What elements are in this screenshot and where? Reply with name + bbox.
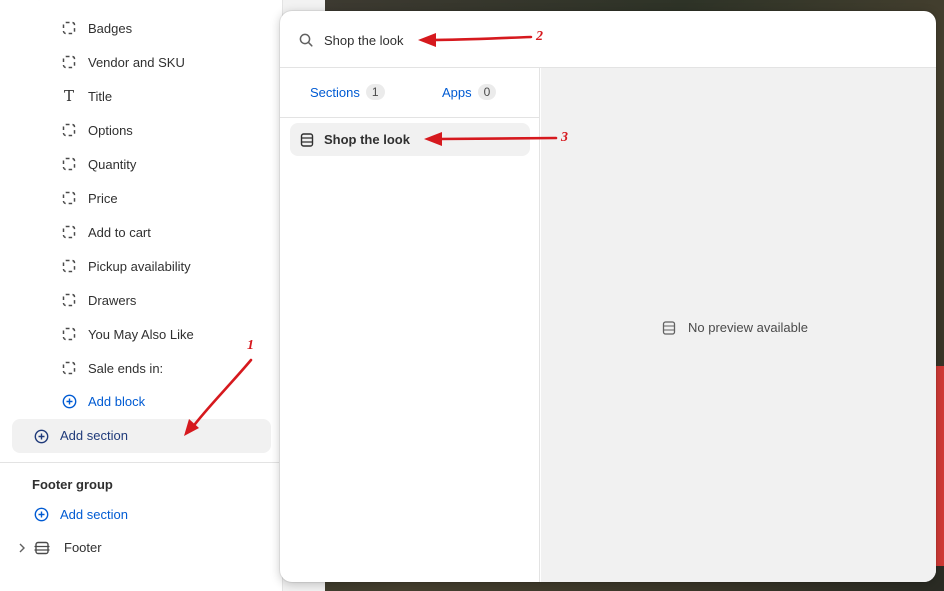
dashed-square-icon bbox=[62, 157, 76, 171]
tab-label: Apps bbox=[442, 84, 472, 100]
add-section-label: Add section bbox=[60, 428, 128, 443]
footer-add-section-button[interactable]: Add section bbox=[34, 507, 128, 522]
dashed-square-icon bbox=[62, 191, 76, 205]
annotation-number-1: 1 bbox=[247, 338, 254, 353]
block-item-label: Add to cart bbox=[88, 224, 151, 240]
block-item-you-may-also-like[interactable]: You May Also Like bbox=[62, 322, 272, 346]
add-section-button[interactable]: Add section bbox=[12, 419, 271, 453]
search-input[interactable] bbox=[324, 29, 624, 51]
result-item-label: Shop the look bbox=[324, 132, 410, 147]
plus-circle-icon bbox=[34, 429, 49, 444]
block-item-label: Drawers bbox=[88, 292, 137, 308]
tab-sections[interactable]: Sections 1 bbox=[310, 84, 385, 100]
footer-group-heading: Footer group bbox=[32, 477, 113, 492]
results-pane: Sections 1 Apps 0 Shop the look bbox=[280, 68, 540, 582]
dashed-square-icon bbox=[62, 123, 76, 137]
dashed-square-icon bbox=[62, 293, 76, 307]
footer-add-section-label: Add section bbox=[60, 507, 128, 522]
block-item-pickup-availability[interactable]: Pickup availability bbox=[62, 254, 272, 278]
dashed-square-icon bbox=[62, 259, 76, 273]
theme-editor-sidebar: Badges Vendor and SKU T Title Options Qu… bbox=[0, 0, 283, 591]
block-item-label: Quantity bbox=[88, 156, 137, 172]
block-item-label: Badges bbox=[88, 20, 133, 36]
block-item-quantity[interactable]: Quantity bbox=[62, 152, 272, 176]
block-item-sale-ends-in[interactable]: Sale ends in: bbox=[62, 356, 272, 380]
add-block-button[interactable]: Add block bbox=[62, 394, 145, 409]
result-item-shop-the-look[interactable]: Shop the look bbox=[290, 123, 530, 156]
plus-circle-icon bbox=[34, 507, 49, 522]
no-preview-label: No preview available bbox=[688, 320, 808, 335]
result-tabs: Sections 1 Apps 0 bbox=[280, 68, 540, 118]
section-layout-icon bbox=[300, 133, 314, 147]
chevron-right-icon[interactable] bbox=[18, 543, 26, 553]
no-preview-message: No preview available bbox=[662, 320, 808, 335]
annotation-number-3: 3 bbox=[561, 130, 568, 145]
block-item-title[interactable]: T Title bbox=[62, 84, 272, 108]
dashed-square-icon bbox=[62, 361, 76, 375]
section-layout-icon bbox=[34, 541, 50, 554]
block-item-options[interactable]: Options bbox=[62, 118, 272, 142]
block-item-label: Price bbox=[88, 190, 118, 206]
block-item-add-to-cart[interactable]: Add to cart bbox=[62, 220, 272, 244]
block-item-badges[interactable]: Badges bbox=[62, 16, 272, 40]
tab-count-badge: 0 bbox=[477, 84, 497, 100]
block-item-vendor-and-sku[interactable]: Vendor and SKU bbox=[62, 50, 272, 74]
text-t-icon: T bbox=[63, 87, 74, 105]
footer-section-label: Footer bbox=[64, 540, 102, 555]
sidebar-divider bbox=[0, 462, 279, 463]
tab-apps[interactable]: Apps 0 bbox=[442, 84, 497, 100]
section-preview-pane: No preview available bbox=[541, 68, 936, 582]
plus-circle-icon bbox=[62, 394, 77, 409]
search-bar bbox=[280, 11, 936, 68]
dashed-square-icon bbox=[62, 21, 76, 35]
dashed-square-icon bbox=[62, 55, 76, 69]
block-item-label: Pickup availability bbox=[88, 258, 191, 274]
block-item-drawers[interactable]: Drawers bbox=[62, 288, 272, 312]
tab-label: Sections bbox=[310, 84, 360, 100]
footer-section-item[interactable]: Footer bbox=[18, 540, 102, 555]
add-section-popover: Sections 1 Apps 0 Shop the look No previ… bbox=[280, 11, 936, 582]
block-item-label: Sale ends in: bbox=[88, 360, 164, 376]
block-item-label: Options bbox=[88, 122, 133, 138]
block-item-price[interactable]: Price bbox=[62, 186, 272, 210]
block-item-label: You May Also Like bbox=[88, 326, 194, 342]
dashed-square-icon bbox=[62, 225, 76, 239]
block-item-label: Title bbox=[88, 88, 113, 104]
section-layout-icon bbox=[662, 320, 676, 335]
annotation-number-2: 2 bbox=[536, 29, 543, 44]
block-item-label: Vendor and SKU bbox=[88, 54, 185, 70]
chevron-down-icon[interactable] bbox=[34, 0, 44, 2]
tab-count-badge: 1 bbox=[365, 84, 385, 100]
dashed-square-icon bbox=[62, 327, 76, 341]
add-block-label: Add block bbox=[88, 394, 146, 409]
search-icon bbox=[299, 33, 313, 47]
